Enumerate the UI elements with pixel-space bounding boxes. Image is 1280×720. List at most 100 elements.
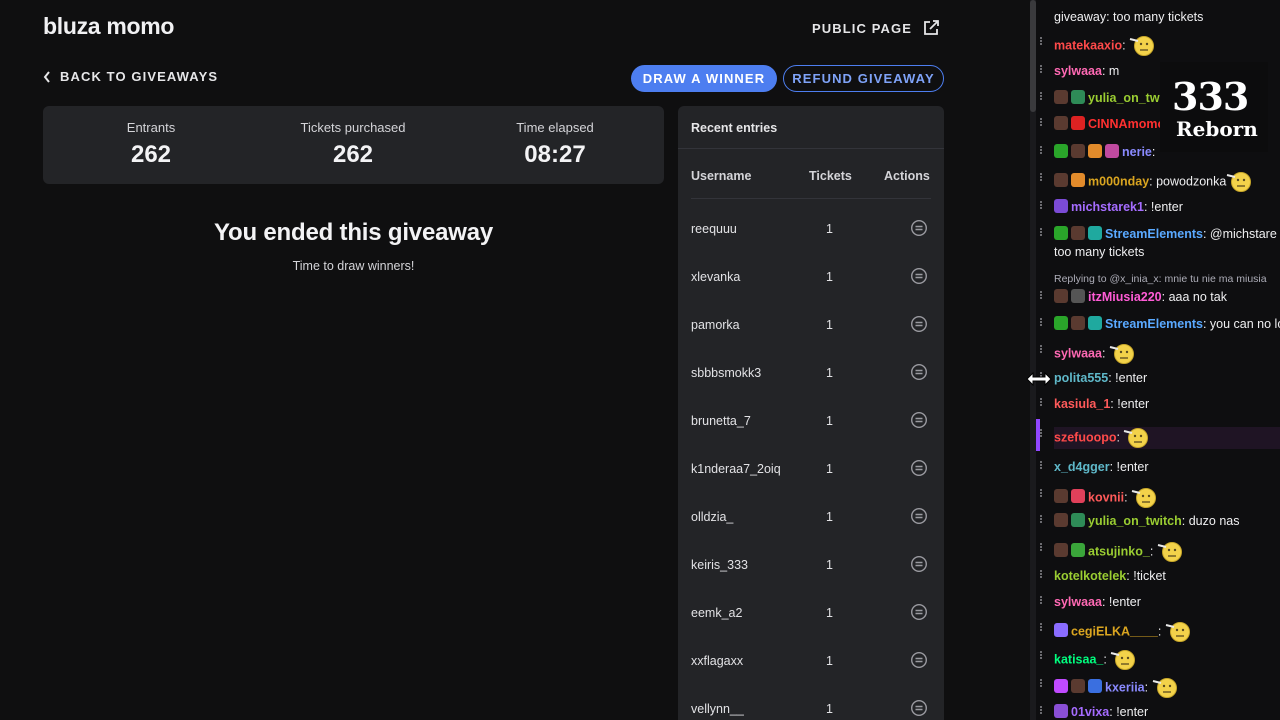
remove-entry-icon[interactable] bbox=[910, 411, 928, 429]
chat-username[interactable]: yulia_on_twitch bbox=[1088, 514, 1182, 528]
chat-username[interactable]: sylwaaa bbox=[1054, 346, 1102, 360]
chat-badge-icon bbox=[1088, 316, 1102, 330]
public-page-link[interactable]: PUBLIC PAGE bbox=[812, 19, 940, 37]
column-username: Username bbox=[691, 169, 752, 183]
message-options-icon[interactable] bbox=[1039, 145, 1043, 157]
remove-entry-icon[interactable] bbox=[910, 363, 928, 381]
remove-entry-icon[interactable] bbox=[910, 267, 928, 285]
chat-username[interactable]: m000nday bbox=[1088, 174, 1149, 188]
thinking-emote-icon bbox=[1131, 488, 1157, 508]
chat-badge-icon bbox=[1071, 226, 1085, 240]
remove-entry-icon[interactable] bbox=[910, 219, 928, 237]
message-options-icon[interactable] bbox=[1039, 36, 1043, 48]
message-options-icon[interactable] bbox=[1039, 595, 1043, 607]
table-row: eemk_a2 1 bbox=[691, 589, 931, 637]
chat-badge-icon bbox=[1054, 679, 1068, 694]
back-to-giveaways-link[interactable]: BACK TO GIVEAWAYS bbox=[43, 69, 218, 84]
chat-username[interactable]: itzMiusia220 bbox=[1088, 290, 1162, 304]
entry-tickets: 1 bbox=[826, 318, 833, 332]
chat-username[interactable]: sylwaaa bbox=[1054, 64, 1102, 78]
tickets-value: 262 bbox=[332, 141, 374, 168]
remove-entry-icon[interactable] bbox=[910, 603, 928, 621]
chat-colon: : bbox=[1124, 490, 1132, 505]
refund-giveaway-button[interactable]: REFUND GIVEAWAY bbox=[783, 65, 944, 92]
table-row: xlevanka 1 bbox=[691, 253, 931, 301]
chat-username[interactable]: StreamElements bbox=[1105, 317, 1203, 331]
chat-username[interactable]: kxeriia bbox=[1105, 680, 1145, 694]
entry-username: pamorka bbox=[691, 318, 740, 332]
message-options-icon[interactable] bbox=[1039, 428, 1043, 440]
chat-badge-icon bbox=[1054, 623, 1068, 638]
chat-username[interactable]: polita555 bbox=[1054, 371, 1108, 385]
chat-username[interactable]: katisaa_ bbox=[1054, 652, 1103, 666]
message-options-icon[interactable] bbox=[1039, 172, 1043, 184]
chat-badge-icon bbox=[1054, 226, 1068, 240]
message-options-icon[interactable] bbox=[1039, 397, 1043, 409]
chat-colon: : bbox=[1101, 346, 1109, 361]
message-options-icon[interactable] bbox=[1039, 650, 1043, 662]
chat-colon: : bbox=[1202, 227, 1210, 241]
public-page-label: PUBLIC PAGE bbox=[812, 20, 912, 36]
message-options-icon[interactable] bbox=[1039, 514, 1043, 526]
remove-entry-icon[interactable] bbox=[910, 555, 928, 573]
chat-message: itzMiusia220: aaa no tak bbox=[1054, 289, 1280, 305]
message-options-icon[interactable] bbox=[1039, 290, 1043, 302]
chat-username[interactable]: sylwaaa bbox=[1054, 595, 1102, 609]
message-options-icon[interactable] bbox=[1039, 227, 1043, 239]
giveaway-app: bluza momo PUBLIC PAGE BACK TO GIVEAWAYS… bbox=[0, 0, 1030, 720]
message-options-icon[interactable] bbox=[1039, 64, 1043, 76]
entry-tickets: 1 bbox=[826, 558, 833, 572]
chat-username[interactable]: yulia_on_tw bbox=[1088, 91, 1160, 105]
chat-username[interactable]: 01vixa bbox=[1071, 705, 1109, 719]
remove-entry-icon[interactable] bbox=[910, 315, 928, 333]
chat-message: cegiELKA____: bbox=[1054, 621, 1280, 643]
message-options-icon[interactable] bbox=[1039, 569, 1043, 581]
chat-username[interactable]: michstarek1 bbox=[1071, 200, 1144, 214]
chat-username[interactable]: szefuoopo bbox=[1054, 430, 1117, 444]
chat-message: giveaway: too many tickets bbox=[1054, 9, 1280, 25]
chat-message: sylwaaa: bbox=[1054, 343, 1280, 365]
thinking-emote-icon bbox=[1157, 542, 1182, 562]
chat-username[interactable]: StreamElements bbox=[1105, 227, 1203, 241]
tickets-label: Tickets purchased bbox=[300, 120, 406, 135]
chat-badge-icon bbox=[1071, 90, 1085, 104]
message-options-icon[interactable] bbox=[1039, 317, 1043, 329]
message-options-icon[interactable] bbox=[1039, 488, 1043, 500]
chat-colon: : bbox=[1101, 64, 1109, 78]
chat-username[interactable]: x_d4gger bbox=[1054, 460, 1110, 474]
chat-username[interactable]: kasiula_1 bbox=[1054, 397, 1110, 411]
chat-badge-icon bbox=[1054, 90, 1068, 104]
chat-username[interactable]: matekaaxio bbox=[1054, 38, 1122, 52]
table-row: sbbbsmokk3 1 bbox=[691, 349, 931, 397]
chat-colon: : bbox=[1161, 290, 1169, 304]
message-options-icon[interactable] bbox=[1039, 460, 1043, 472]
message-options-icon[interactable] bbox=[1039, 705, 1043, 717]
message-options-icon[interactable] bbox=[1039, 117, 1043, 129]
chat-username[interactable]: kotelkotelek bbox=[1054, 569, 1126, 583]
chat-username[interactable]: kovnii bbox=[1088, 490, 1124, 504]
chat-scrollbar[interactable] bbox=[1030, 0, 1036, 720]
message-options-icon[interactable] bbox=[1039, 344, 1043, 356]
chat-colon: : bbox=[1116, 430, 1124, 445]
remove-entry-icon[interactable] bbox=[910, 651, 928, 669]
chat-message: StreamElements: you can no lo bbox=[1054, 316, 1280, 332]
remove-entry-icon[interactable] bbox=[910, 699, 928, 717]
chat-username[interactable]: nerie bbox=[1122, 145, 1152, 159]
message-options-icon[interactable] bbox=[1039, 622, 1043, 634]
chat-text: !enter bbox=[1108, 595, 1141, 609]
message-options-icon[interactable] bbox=[1039, 91, 1043, 103]
thinking-emote-icon bbox=[1111, 650, 1136, 670]
remove-entry-icon[interactable] bbox=[910, 459, 928, 477]
chat-scrollbar-thumb[interactable] bbox=[1030, 0, 1036, 112]
message-options-icon[interactable] bbox=[1039, 678, 1043, 690]
chat-username[interactable]: atsujinko_ bbox=[1088, 544, 1150, 558]
chat-colon: : bbox=[1122, 38, 1130, 53]
overlay-word: Reborn bbox=[1176, 117, 1258, 141]
remove-entry-icon[interactable] bbox=[910, 507, 928, 525]
chat-username[interactable]: CINNAmomo bbox=[1088, 117, 1165, 131]
draw-winner-button[interactable]: DRAW A WINNER bbox=[631, 65, 777, 92]
chat-username[interactable]: cegiELKA____ bbox=[1071, 624, 1158, 638]
message-options-icon[interactable] bbox=[1039, 200, 1043, 212]
chat-colon: : bbox=[1101, 595, 1109, 609]
message-options-icon[interactable] bbox=[1039, 542, 1043, 554]
